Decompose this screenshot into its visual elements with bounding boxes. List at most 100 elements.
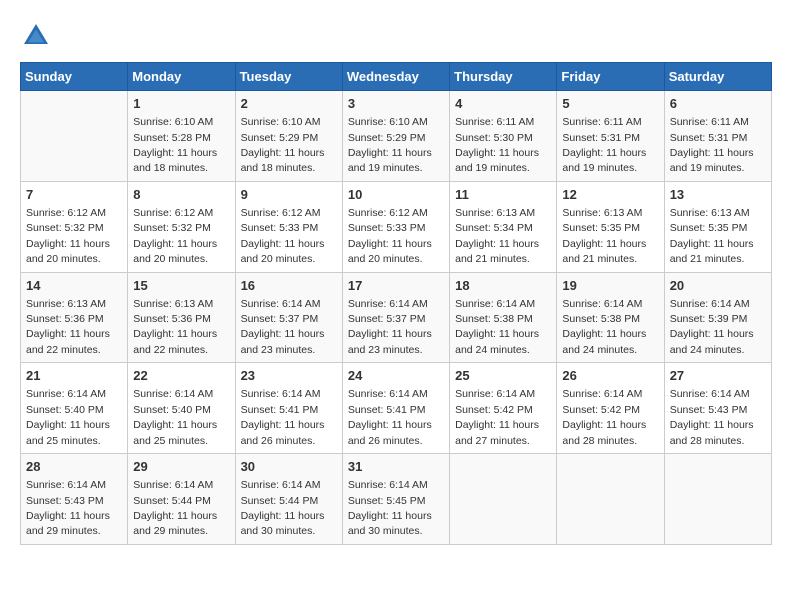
day-info: Sunrise: 6:14 AMSunset: 5:39 PMDaylight:… bbox=[670, 298, 754, 356]
calendar-week-row: 28 Sunrise: 6:14 AMSunset: 5:43 PMDayligh… bbox=[21, 454, 772, 545]
calendar-day-cell: 9 Sunrise: 6:12 AMSunset: 5:33 PMDaylight… bbox=[235, 181, 342, 272]
day-number: 4 bbox=[455, 95, 551, 113]
calendar-table: SundayMondayTuesdayWednesdayThursdayFrid… bbox=[20, 62, 772, 545]
day-info: Sunrise: 6:14 AMSunset: 5:38 PMDaylight:… bbox=[455, 298, 539, 356]
day-info: Sunrise: 6:10 AMSunset: 5:28 PMDaylight:… bbox=[133, 116, 217, 174]
day-number: 5 bbox=[562, 95, 658, 113]
day-number: 3 bbox=[348, 95, 444, 113]
day-number: 22 bbox=[133, 367, 229, 385]
calendar-day-cell: 21 Sunrise: 6:14 AMSunset: 5:40 PMDayligh… bbox=[21, 363, 128, 454]
day-number: 9 bbox=[241, 186, 337, 204]
day-info: Sunrise: 6:13 AMSunset: 5:35 PMDaylight:… bbox=[670, 207, 754, 265]
calendar-day-cell: 20Sunrise: 6:14 AMSunset: 5:39 PMDayligh… bbox=[664, 272, 771, 363]
calendar-day-cell: 13 Sunrise: 6:13 AMSunset: 5:35 PMDayligh… bbox=[664, 181, 771, 272]
day-number: 7 bbox=[26, 186, 122, 204]
calendar-day-cell: 31Sunrise: 6:14 AMSunset: 5:45 PMDayligh… bbox=[342, 454, 449, 545]
weekday-header: Friday bbox=[557, 63, 664, 91]
weekday-row: SundayMondayTuesdayWednesdayThursdayFrid… bbox=[21, 63, 772, 91]
day-number: 30 bbox=[241, 458, 337, 476]
day-info: Sunrise: 6:10 AMSunset: 5:29 PMDaylight:… bbox=[348, 116, 432, 174]
calendar-day-cell: 8 Sunrise: 6:12 AMSunset: 5:32 PMDaylight… bbox=[128, 181, 235, 272]
day-info: Sunrise: 6:14 AMSunset: 5:43 PMDaylight:… bbox=[26, 479, 110, 537]
day-number: 28 bbox=[26, 458, 122, 476]
day-number: 12 bbox=[562, 186, 658, 204]
day-number: 15 bbox=[133, 277, 229, 295]
calendar-day-cell: 18 Sunrise: 6:14 AMSunset: 5:38 PMDayligh… bbox=[450, 272, 557, 363]
day-number: 18 bbox=[455, 277, 551, 295]
day-number: 19 bbox=[562, 277, 658, 295]
calendar-day-cell: 11 Sunrise: 6:13 AMSunset: 5:34 PMDayligh… bbox=[450, 181, 557, 272]
day-number: 29 bbox=[133, 458, 229, 476]
day-number: 2 bbox=[241, 95, 337, 113]
calendar-day-cell: 27 Sunrise: 6:14 AMSunset: 5:43 PMDayligh… bbox=[664, 363, 771, 454]
day-info: Sunrise: 6:14 AMSunset: 5:41 PMDaylight:… bbox=[241, 388, 325, 446]
day-number: 14 bbox=[26, 277, 122, 295]
day-info: Sunrise: 6:14 AMSunset: 5:40 PMDaylight:… bbox=[133, 388, 217, 446]
day-info: Sunrise: 6:14 AMSunset: 5:38 PMDaylight:… bbox=[562, 298, 646, 356]
logo bbox=[20, 20, 56, 52]
weekday-header: Sunday bbox=[21, 63, 128, 91]
calendar-day-cell: 4 Sunrise: 6:11 AMSunset: 5:30 PMDaylight… bbox=[450, 91, 557, 182]
calendar-day-cell: 1 Sunrise: 6:10 AMSunset: 5:28 PMDaylight… bbox=[128, 91, 235, 182]
day-info: Sunrise: 6:13 AMSunset: 5:36 PMDaylight:… bbox=[26, 298, 110, 356]
day-info: Sunrise: 6:12 AMSunset: 5:32 PMDaylight:… bbox=[133, 207, 217, 265]
day-info: Sunrise: 6:12 AMSunset: 5:33 PMDaylight:… bbox=[348, 207, 432, 265]
calendar-day-cell: 28 Sunrise: 6:14 AMSunset: 5:43 PMDayligh… bbox=[21, 454, 128, 545]
day-info: Sunrise: 6:11 AMSunset: 5:31 PMDaylight:… bbox=[562, 116, 646, 174]
day-info: Sunrise: 6:12 AMSunset: 5:33 PMDaylight:… bbox=[241, 207, 325, 265]
day-number: 27 bbox=[670, 367, 766, 385]
logo-icon bbox=[20, 20, 52, 52]
weekday-header: Saturday bbox=[664, 63, 771, 91]
day-info: Sunrise: 6:14 AMSunset: 5:41 PMDaylight:… bbox=[348, 388, 432, 446]
calendar-week-row: 14 Sunrise: 6:13 AMSunset: 5:36 PMDayligh… bbox=[21, 272, 772, 363]
day-number: 26 bbox=[562, 367, 658, 385]
calendar-day-cell: 14 Sunrise: 6:13 AMSunset: 5:36 PMDayligh… bbox=[21, 272, 128, 363]
day-number: 24 bbox=[348, 367, 444, 385]
calendar-day-cell: 7 Sunrise: 6:12 AMSunset: 5:32 PMDaylight… bbox=[21, 181, 128, 272]
day-info: Sunrise: 6:13 AMSunset: 5:36 PMDaylight:… bbox=[133, 298, 217, 356]
calendar-week-row: 7 Sunrise: 6:12 AMSunset: 5:32 PMDaylight… bbox=[21, 181, 772, 272]
day-number: 11 bbox=[455, 186, 551, 204]
calendar-day-cell bbox=[450, 454, 557, 545]
calendar-day-cell bbox=[664, 454, 771, 545]
day-info: Sunrise: 6:11 AMSunset: 5:30 PMDaylight:… bbox=[455, 116, 539, 174]
day-info: Sunrise: 6:14 AMSunset: 5:42 PMDaylight:… bbox=[455, 388, 539, 446]
day-info: Sunrise: 6:14 AMSunset: 5:44 PMDaylight:… bbox=[241, 479, 325, 537]
calendar-day-cell: 30 Sunrise: 6:14 AMSunset: 5:44 PMDayligh… bbox=[235, 454, 342, 545]
day-info: Sunrise: 6:14 AMSunset: 5:43 PMDaylight:… bbox=[670, 388, 754, 446]
calendar-day-cell: 5 Sunrise: 6:11 AMSunset: 5:31 PMDaylight… bbox=[557, 91, 664, 182]
calendar-day-cell: 29 Sunrise: 6:14 AMSunset: 5:44 PMDayligh… bbox=[128, 454, 235, 545]
day-number: 13 bbox=[670, 186, 766, 204]
calendar-day-cell: 10 Sunrise: 6:12 AMSunset: 5:33 PMDayligh… bbox=[342, 181, 449, 272]
calendar-day-cell: 15 Sunrise: 6:13 AMSunset: 5:36 PMDayligh… bbox=[128, 272, 235, 363]
calendar-body: 1 Sunrise: 6:10 AMSunset: 5:28 PMDaylight… bbox=[21, 91, 772, 545]
weekday-header: Monday bbox=[128, 63, 235, 91]
calendar-day-cell: 12Sunrise: 6:13 AMSunset: 5:35 PMDayligh… bbox=[557, 181, 664, 272]
day-number: 8 bbox=[133, 186, 229, 204]
day-info: Sunrise: 6:11 AMSunset: 5:31 PMDaylight:… bbox=[670, 116, 754, 174]
weekday-header: Tuesday bbox=[235, 63, 342, 91]
calendar-week-row: 1 Sunrise: 6:10 AMSunset: 5:28 PMDaylight… bbox=[21, 91, 772, 182]
day-number: 1 bbox=[133, 95, 229, 113]
day-info: Sunrise: 6:10 AMSunset: 5:29 PMDaylight:… bbox=[241, 116, 325, 174]
calendar-header: SundayMondayTuesdayWednesdayThursdayFrid… bbox=[21, 63, 772, 91]
calendar-day-cell: 6Sunrise: 6:11 AMSunset: 5:31 PMDaylight… bbox=[664, 91, 771, 182]
day-info: Sunrise: 6:14 AMSunset: 5:40 PMDaylight:… bbox=[26, 388, 110, 446]
day-info: Sunrise: 6:14 AMSunset: 5:44 PMDaylight:… bbox=[133, 479, 217, 537]
day-info: Sunrise: 6:14 AMSunset: 5:37 PMDaylight:… bbox=[241, 298, 325, 356]
calendar-day-cell: 3 Sunrise: 6:10 AMSunset: 5:29 PMDaylight… bbox=[342, 91, 449, 182]
day-number: 23 bbox=[241, 367, 337, 385]
page-header bbox=[20, 20, 772, 52]
day-info: Sunrise: 6:13 AMSunset: 5:34 PMDaylight:… bbox=[455, 207, 539, 265]
day-number: 21 bbox=[26, 367, 122, 385]
calendar-day-cell: 2 Sunrise: 6:10 AMSunset: 5:29 PMDaylight… bbox=[235, 91, 342, 182]
day-info: Sunrise: 6:14 AMSunset: 5:45 PMDaylight:… bbox=[348, 479, 432, 537]
calendar-day-cell: 26 Sunrise: 6:14 AMSunset: 5:42 PMDayligh… bbox=[557, 363, 664, 454]
day-info: Sunrise: 6:14 AMSunset: 5:37 PMDaylight:… bbox=[348, 298, 432, 356]
calendar-day-cell: 23 Sunrise: 6:14 AMSunset: 5:41 PMDayligh… bbox=[235, 363, 342, 454]
day-info: Sunrise: 6:12 AMSunset: 5:32 PMDaylight:… bbox=[26, 207, 110, 265]
weekday-header: Wednesday bbox=[342, 63, 449, 91]
day-number: 10 bbox=[348, 186, 444, 204]
day-info: Sunrise: 6:14 AMSunset: 5:42 PMDaylight:… bbox=[562, 388, 646, 446]
calendar-day-cell: 16Sunrise: 6:14 AMSunset: 5:37 PMDayligh… bbox=[235, 272, 342, 363]
